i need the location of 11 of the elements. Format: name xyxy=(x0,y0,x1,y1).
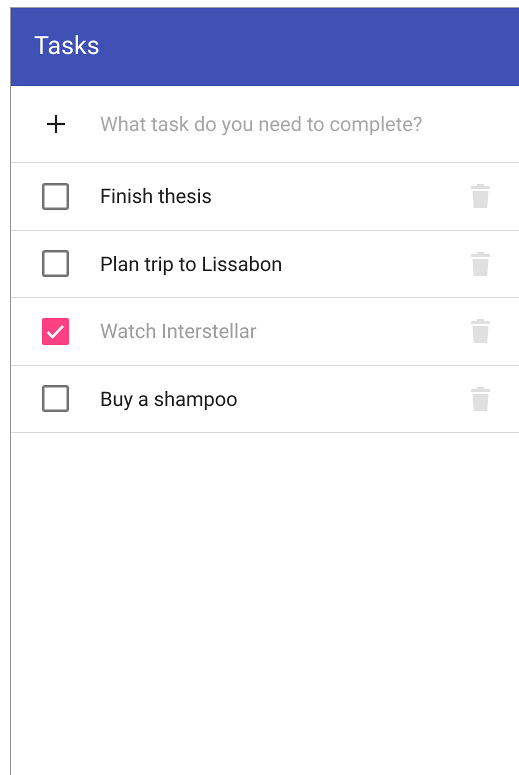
task-label: Watch Interstellar xyxy=(100,318,258,346)
checkbox[interactable] xyxy=(42,385,69,412)
app-title: Tasks xyxy=(34,31,100,64)
task-label: Buy a shampoo xyxy=(100,386,239,413)
task-label: Plan trip to Lissabon xyxy=(100,250,284,278)
checkbox[interactable] xyxy=(42,182,69,210)
checkbox[interactable] xyxy=(42,318,69,345)
task-label: Finish thesis xyxy=(100,183,213,210)
add-icon[interactable] xyxy=(46,114,66,134)
checkbox[interactable] xyxy=(42,250,69,278)
new-task-field[interactable]: What task do you need to complete? xyxy=(100,109,503,139)
